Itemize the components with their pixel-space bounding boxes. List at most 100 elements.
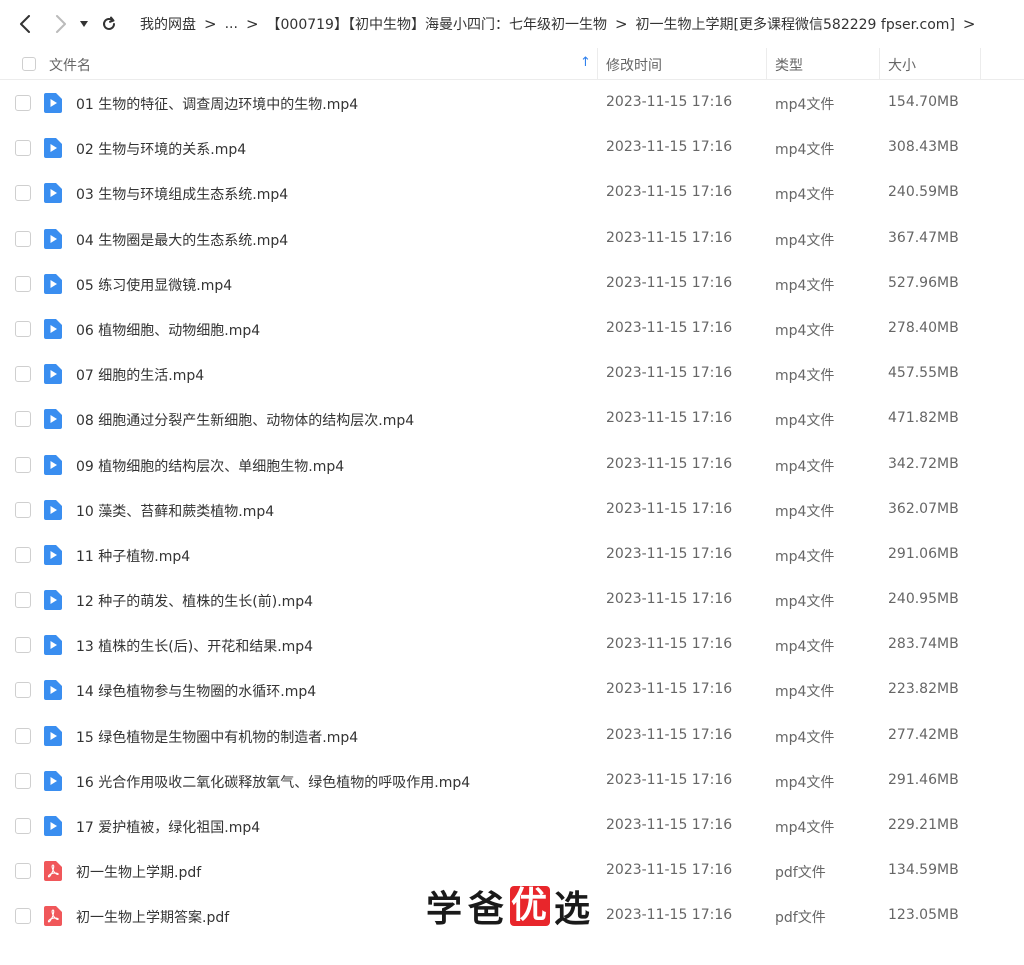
column-divider[interactable]	[980, 48, 981, 80]
file-list: 01 生物的特征、调查周边环境中的生物.mp4 2023-11-15 17:16 m…	[0, 81, 1024, 940]
row-checkbox[interactable]	[15, 501, 31, 518]
file-row[interactable]: 05 练习使用显微镜.mp4 2023-11-15 17:16 mp4文件 527.9…	[0, 262, 1024, 307]
file-row[interactable]: 04 生物圈是最大的生态系统.mp4 2023-11-15 17:16 mp4文件 3…	[0, 217, 1024, 262]
file-mtime: 2023-11-15 17:16	[606, 545, 733, 562]
file-row[interactable]: 07 细胞的生活.mp4 2023-11-15 17:16 mp4文件 457.55M…	[0, 352, 1024, 397]
file-name[interactable]: 初一生物上学期答案.pdf	[76, 907, 229, 927]
file-row[interactable]: 08 细胞通过分裂产生新细胞、动物体的结构层次.mp4 2023-11-15 17…	[0, 397, 1024, 442]
row-checkbox[interactable]	[15, 727, 31, 744]
row-checkbox[interactable]	[15, 140, 31, 157]
caret-down-icon	[80, 21, 88, 27]
back-button[interactable]	[12, 9, 38, 39]
breadcrumb-item-course[interactable]: 【000719】【初中生物】海曼小四门：七年级初一生物	[267, 14, 607, 34]
file-size: 291.46MB	[888, 771, 959, 788]
file-name[interactable]: 09 植物细胞的结构层次、单细胞生物.mp4	[76, 456, 344, 476]
file-type: mp4文件	[775, 684, 835, 701]
row-checkbox[interactable]	[15, 230, 31, 247]
file-size: 278.40MB	[888, 319, 959, 336]
file-row[interactable]: 03 生物与环境组成生态系统.mp4 2023-11-15 17:16 mp4文件 2…	[0, 171, 1024, 216]
file-type: mp4文件	[775, 97, 835, 113]
file-mtime: 2023-11-15 17:16	[606, 365, 733, 382]
file-name[interactable]: 10 藻类、苔藓和蕨类植物.mp4	[76, 501, 274, 521]
file-name[interactable]: 12 种子的萌发、植株的生长(前).mp4	[76, 591, 313, 611]
file-row[interactable]: 15 绿色植物是生物圈中有机物的制造者.mp4 2023-11-15 17:16 m…	[0, 714, 1024, 759]
file-type: pdf文件	[775, 865, 826, 882]
file-type: mp4文件	[775, 548, 835, 565]
file-name[interactable]: 16 光合作用吸收二氧化碳释放氧气、绿色植物的呼吸作用.mp4	[76, 772, 470, 792]
breadcrumb-item-current[interactable]: 初一生物上学期[更多课程微信582229 fpser.com]	[636, 14, 955, 34]
row-checkbox[interactable]	[15, 592, 31, 609]
row-checkbox[interactable]	[15, 320, 31, 337]
file-name[interactable]: 03 生物与环境组成生态系统.mp4	[76, 184, 288, 204]
file-mtime: 2023-11-15 17:16	[606, 681, 733, 698]
column-divider[interactable]	[597, 48, 598, 80]
forward-button[interactable]	[48, 9, 74, 39]
file-row[interactable]: 17 爱护植被，绿化祖国.mp4 2023-11-15 17:16 mp4文件 229…	[0, 804, 1024, 849]
file-name[interactable]: 08 细胞通过分裂产生新细胞、动物体的结构层次.mp4	[76, 410, 414, 430]
row-checkbox[interactable]	[15, 456, 31, 473]
file-row[interactable]: 10 藻类、苔藓和蕨类植物.mp4 2023-11-15 17:16 mp4文件 36…	[0, 488, 1024, 533]
file-size: 229.21MB	[888, 817, 959, 833]
select-all-checkbox[interactable]	[22, 57, 36, 71]
watermark-char: 爸	[467, 889, 506, 930]
breadcrumb-separator[interactable]: >	[963, 15, 976, 33]
file-row[interactable]: 16 光合作用吸收二氧化碳释放氧气、绿色植物的呼吸作用.mp4 2023-11-1…	[0, 759, 1024, 804]
video-file-icon	[44, 183, 62, 204]
file-row[interactable]: 13 植株的生长(后)、开花和结果.mp4 2023-11-15 17:16 mp4…	[0, 623, 1024, 668]
row-checkbox[interactable]	[15, 908, 31, 925]
file-name[interactable]: 02 生物与环境的关系.mp4	[76, 139, 246, 159]
sort-ascending-icon[interactable]: ↑	[580, 55, 591, 70]
file-name[interactable]: 11 种子植物.mp4	[76, 546, 190, 566]
column-header-name[interactable]: 文件名	[49, 55, 91, 75]
column-header-mtime[interactable]: 修改时间	[606, 55, 662, 75]
row-checkbox[interactable]	[15, 185, 31, 202]
row-checkbox[interactable]	[15, 366, 31, 383]
file-name[interactable]: 01 生物的特征、调查周边环境中的生物.mp4	[76, 94, 358, 114]
file-type: mp4文件	[775, 639, 835, 656]
file-row[interactable]: 02 生物与环境的关系.mp4 2023-11-15 17:16 mp4文件 308.…	[0, 126, 1024, 171]
file-row[interactable]: 06 植物细胞、动物细胞.mp4 2023-11-15 17:16 mp4文件 278…	[0, 307, 1024, 352]
history-dropdown-button[interactable]	[76, 9, 92, 39]
column-header-type[interactable]: 类型	[775, 55, 803, 75]
file-size: 154.70MB	[888, 94, 959, 110]
file-name[interactable]: 07 细胞的生活.mp4	[76, 365, 204, 385]
row-checkbox[interactable]	[15, 95, 31, 111]
row-checkbox[interactable]	[15, 682, 31, 699]
file-name[interactable]: 初一生物上学期.pdf	[76, 862, 201, 882]
file-mtime: 2023-11-15 17:16	[606, 636, 733, 653]
file-name[interactable]: 15 绿色植物是生物圈中有机物的制造者.mp4	[76, 727, 358, 747]
row-checkbox[interactable]	[15, 863, 31, 880]
file-name[interactable]: 05 练习使用显微镜.mp4	[76, 275, 232, 295]
file-name[interactable]: 14 绿色植物参与生物圈的水循环.mp4	[76, 681, 316, 701]
breadcrumb-item-home[interactable]: 我的网盘	[140, 14, 196, 34]
refresh-button[interactable]	[96, 9, 122, 39]
column-divider[interactable]	[879, 48, 880, 80]
breadcrumb-item-ellipsis[interactable]: ...	[225, 16, 238, 32]
file-size: 527.96MB	[888, 274, 959, 291]
file-row[interactable]: 12 种子的萌发、植株的生长(前).mp4 2023-11-15 17:16 mp4…	[0, 578, 1024, 623]
video-file-icon	[44, 93, 62, 113]
column-header-size[interactable]: 大小	[888, 55, 916, 75]
file-name[interactable]: 17 爱护植被，绿化祖国.mp4	[76, 817, 260, 837]
file-size: 277.42MB	[888, 726, 959, 743]
file-type: mp4文件	[775, 729, 835, 746]
file-row[interactable]: 11 种子植物.mp4 2023-11-15 17:16 mp4文件 291.06MB	[0, 533, 1024, 578]
file-size: 240.59MB	[888, 184, 959, 201]
file-name[interactable]: 04 生物圈是最大的生态系统.mp4	[76, 230, 288, 250]
file-size: 283.74MB	[888, 636, 959, 653]
column-divider[interactable]	[766, 48, 767, 80]
file-type: mp4文件	[775, 503, 835, 520]
row-checkbox[interactable]	[15, 411, 31, 428]
file-row[interactable]: 01 生物的特征、调查周边环境中的生物.mp4 2023-11-15 17:16 m…	[0, 81, 1024, 126]
file-row[interactable]: 09 植物细胞的结构层次、单细胞生物.mp4 2023-11-15 17:16 mp…	[0, 443, 1024, 488]
row-checkbox[interactable]	[15, 546, 31, 563]
file-name[interactable]: 13 植株的生长(后)、开花和结果.mp4	[76, 636, 313, 656]
file-row[interactable]: 14 绿色植物参与生物圈的水循环.mp4 2023-11-15 17:16 mp4文…	[0, 668, 1024, 713]
row-checkbox[interactable]	[15, 818, 31, 834]
video-file-icon	[44, 499, 62, 520]
row-checkbox[interactable]	[15, 637, 31, 654]
video-file-icon	[44, 454, 62, 475]
row-checkbox[interactable]	[15, 772, 31, 789]
row-checkbox[interactable]	[15, 275, 31, 292]
file-name[interactable]: 06 植物细胞、动物细胞.mp4	[76, 320, 260, 340]
